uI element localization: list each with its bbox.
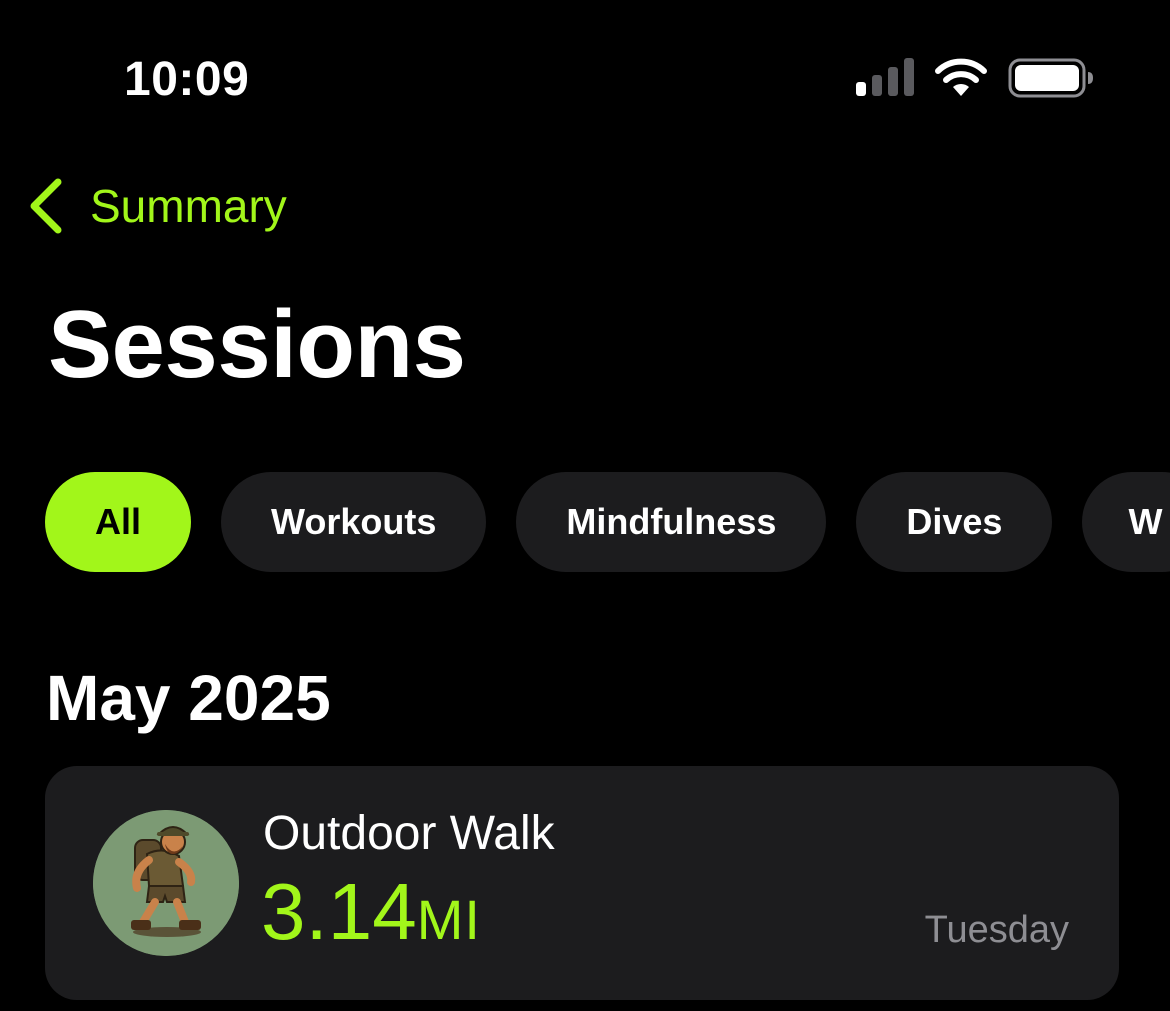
session-day: Tuesday — [924, 909, 1069, 951]
filter-chip-all[interactable]: All — [45, 472, 192, 572]
section-title: May 2025 — [46, 662, 331, 734]
sessions-screen: 10:09 Summary Sessions All Workouts Mind… — [0, 0, 1170, 1011]
page-title: Sessions — [48, 291, 466, 398]
session-distance-value: 3.14 — [261, 867, 417, 956]
hiker-avatar-icon — [93, 810, 239, 956]
status-bar: 10:09 — [0, 0, 1170, 150]
session-name: Outdoor Walk — [263, 807, 555, 860]
session-distance: 3.14MI — [261, 870, 481, 977]
filter-chip-mindfulness[interactable]: Mindfulness — [516, 472, 827, 572]
filter-chip-partial[interactable]: W — [1082, 472, 1170, 572]
back-button[interactable]: Summary — [24, 170, 287, 242]
filter-chip-dives[interactable]: Dives — [856, 472, 1053, 572]
battery-icon — [1008, 58, 1093, 98]
back-label: Summary — [90, 180, 287, 232]
status-time: 10:09 — [124, 53, 250, 106]
wifi-icon — [935, 58, 987, 96]
filter-chips: All Workouts Mindfulness Dives W — [45, 472, 1170, 572]
filter-chip-workouts[interactable]: Workouts — [221, 472, 487, 572]
cellular-signal-icon — [856, 58, 914, 96]
chevron-left-icon — [30, 178, 62, 234]
session-card[interactable]: Outdoor Walk 3.14MI Tuesday — [45, 766, 1119, 1000]
session-distance-unit: MI — [416, 888, 481, 951]
